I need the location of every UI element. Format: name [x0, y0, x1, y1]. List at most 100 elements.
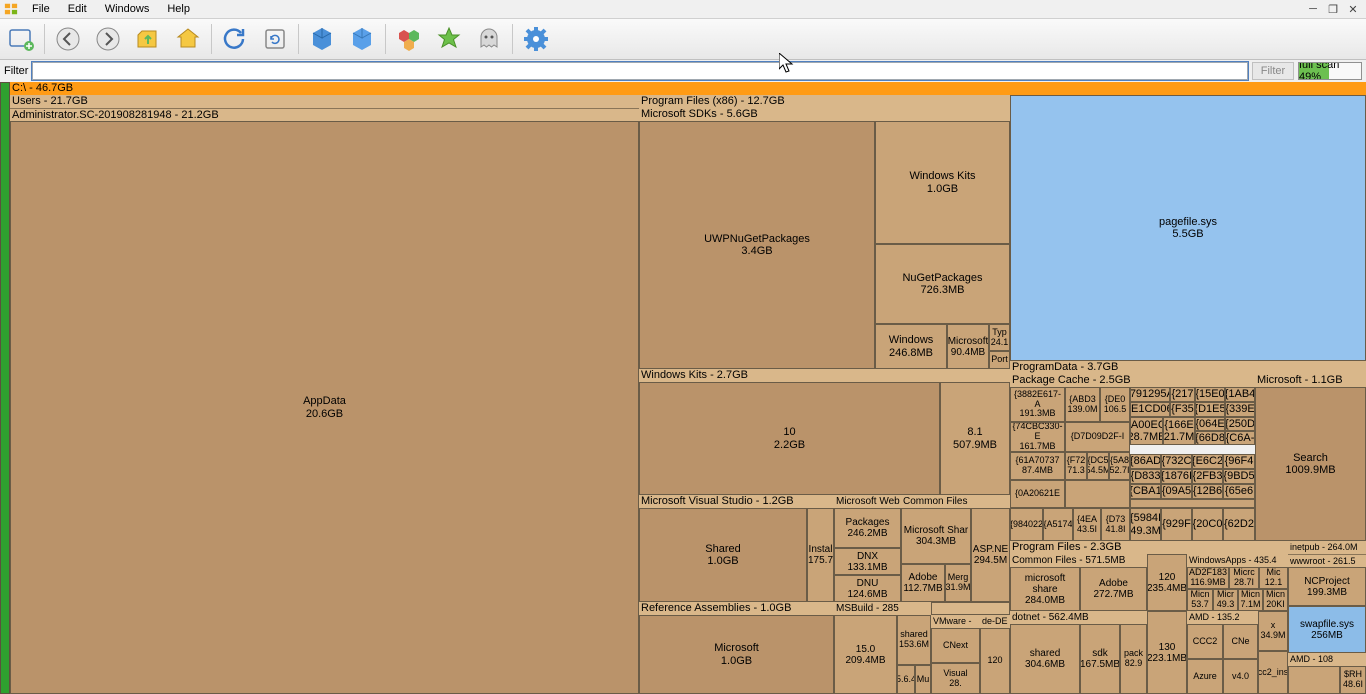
amd108-rh[interactable]: $RH48.6I — [1340, 666, 1366, 694]
star-button[interactable] — [432, 22, 466, 56]
winkits2-block[interactable]: Windows Kits - 2.7GB 102.2GB 8.1507.9MB — [639, 369, 1010, 495]
pf-common-block[interactable]: Common Files - 571.5MB microsoft share28… — [1010, 554, 1147, 611]
pf-130[interactable]: 130223.1MB — [1147, 611, 1187, 694]
amd-cne[interactable]: CNe — [1223, 624, 1258, 659]
ten-cell[interactable]: 102.2GB — [639, 382, 940, 495]
msweb-dnu[interactable]: DNU124.6MB — [834, 575, 901, 602]
home-button[interactable] — [171, 22, 205, 56]
pc-5a8[interactable]: {5A852.7I — [1109, 452, 1130, 480]
common-msshar[interactable]: Microsoft Shar304.3MB — [901, 508, 971, 564]
pc-g9[interactable]: {A00EC28.7MB — [1130, 417, 1163, 445]
typ-cell[interactable]: Typ24.1 — [989, 324, 1010, 351]
vmware-visual[interactable]: Visual28. — [931, 663, 980, 694]
maximize-button[interactable]: ❐ — [1324, 2, 1342, 16]
pc-d73[interactable]: {D7341.8I — [1101, 508, 1130, 541]
programdata-block[interactable]: ProgramData - 3.7GB Package Cache - 2.5G… — [1010, 361, 1366, 541]
pc-g26[interactable]: {65e6 — [1223, 484, 1255, 499]
pc-f72[interactable]: {F7271.3 — [1065, 452, 1087, 480]
menu-edit[interactable]: Edit — [60, 1, 95, 17]
msvs-shared-cell[interactable]: Shared1.0GB — [639, 508, 807, 602]
pc-5a[interactable]: {984022 — [1010, 508, 1043, 541]
pc-g19[interactable]: {D833 — [1130, 469, 1161, 484]
pagefile-cell[interactable]: pagefile.sys5.5GB — [1010, 95, 1366, 361]
pc-dc5[interactable]: {DC554.5M — [1087, 452, 1109, 480]
asp-cell[interactable]: ASP.NE294.5M — [971, 508, 1010, 602]
pc-g12[interactable]: {250D — [1225, 417, 1255, 431]
common-adobe[interactable]: Adobe112.7MB — [901, 564, 945, 602]
pc-g31[interactable] — [1130, 499, 1255, 508]
dn-shared[interactable]: shared304.6MB — [1010, 624, 1080, 694]
pd-search[interactable]: Search1009.9MB — [1255, 387, 1366, 541]
pc-g3[interactable]: {15E0 — [1195, 387, 1225, 402]
pc-3[interactable]: {61A7073787.4MB — [1010, 452, 1065, 480]
msbuild-15[interactable]: 15.0209.4MB — [834, 615, 897, 694]
dede-120[interactable]: 120 — [980, 628, 1010, 694]
wa-mic[interactable]: Mic12.1 — [1259, 567, 1288, 589]
swapfile-cell[interactable]: swapfile.sys256MB — [1288, 606, 1366, 653]
pc-g18[interactable]: {96F4 — [1223, 454, 1255, 469]
pc-g29[interactable]: {20C0 — [1192, 508, 1223, 541]
msbuild-shared[interactable]: shared153.6M — [897, 615, 931, 665]
amd-x[interactable]: x34.9M — [1258, 611, 1288, 651]
pf-block[interactable]: Program Files - 2.3GB Common Files - 571… — [1010, 541, 1288, 694]
msweb-packages[interactable]: Packages246.2MB — [834, 508, 901, 548]
cubes-multi-button[interactable] — [392, 22, 426, 56]
pc-g20[interactable]: {1876I — [1161, 469, 1192, 484]
msbuild-mu[interactable]: Mu — [915, 665, 931, 694]
refresh-button[interactable] — [218, 22, 252, 56]
msvs-block[interactable]: Microsoft Visual Studio - 1.2GB Shared1.… — [639, 495, 834, 602]
dn-pack[interactable]: pack82.9 — [1120, 624, 1147, 694]
amd-ccc2i[interactable]: ccc2_instl — [1258, 651, 1288, 694]
ms-cell[interactable]: Microsoft90.4MB — [947, 324, 989, 369]
close-button[interactable]: ✕ — [1344, 2, 1362, 16]
pd-ms-block[interactable]: Microsoft - 1.1GB Search1009.9MB — [1255, 374, 1366, 541]
pc-g30[interactable]: {62D2 — [1223, 508, 1255, 541]
pc-2[interactable]: {74CBC330-E161.7MB — [1010, 422, 1065, 452]
pc-g4[interactable]: {1AB4 — [1225, 387, 1255, 402]
pf-120[interactable]: 120235.4MB — [1147, 554, 1187, 611]
minimize-button[interactable]: ─ — [1304, 2, 1322, 16]
pc-g21[interactable]: {2FB3 — [1192, 469, 1223, 484]
pc-g24[interactable]: {09A5 — [1161, 484, 1192, 499]
pc-g16[interactable]: {732C — [1161, 454, 1192, 469]
amd-v4[interactable]: v4.0 — [1223, 659, 1258, 694]
pc-g8[interactable]: {339E — [1225, 402, 1255, 417]
gear-button[interactable] — [519, 22, 553, 56]
refasm-ms[interactable]: Microsoft1.0GB — [639, 615, 834, 694]
wa-micn3[interactable]: Micn7.1M — [1238, 589, 1263, 611]
free-space-bar[interactable] — [0, 82, 10, 694]
pc-g1[interactable]: {791295A — [1130, 387, 1170, 402]
filter-button[interactable]: Filter — [1252, 62, 1294, 80]
appdata-cell[interactable]: AppData20.6GB — [10, 121, 639, 694]
common-merg[interactable]: Merg31.9M — [945, 564, 971, 602]
wa-micr2[interactable]: Micr49.3 — [1213, 589, 1238, 611]
pc-g17[interactable]: {E6C2 — [1192, 454, 1223, 469]
pc-g2[interactable]: {217 — [1170, 387, 1195, 402]
uwp-cell[interactable]: UWPNuGetPackages3.4GB — [639, 121, 875, 369]
msweb-block[interactable]: Microsoft Web T Packages246.2MB DNX133.1… — [834, 495, 901, 602]
pf-common-ms[interactable]: microsoft share284.0MB — [1010, 567, 1080, 611]
pc-g14[interactable]: {C6A- — [1225, 431, 1255, 445]
vmware-block[interactable]: VMware - CNext Visual28. — [931, 615, 980, 694]
cube-blue2-button[interactable] — [345, 22, 379, 56]
pc-g22[interactable]: {9BD5 — [1223, 469, 1255, 484]
msbuild-56[interactable]: 5.6.4 — [897, 665, 915, 694]
back-button[interactable] — [51, 22, 85, 56]
wa-micn1[interactable]: Micn53.7 — [1187, 589, 1213, 611]
pc-g5[interactable]: {E1CD06 — [1130, 402, 1170, 417]
inetpub-block[interactable]: inetpub - 264.0M wwwroot - 261.5 NCProje… — [1288, 541, 1366, 606]
wa-micn4[interactable]: Micn20KI — [1263, 589, 1288, 611]
pc-g28[interactable]: {929F — [1161, 508, 1192, 541]
amd108-block[interactable]: AMD - 108 $RH48.6I — [1288, 653, 1366, 694]
amd-azure[interactable]: Azure — [1187, 659, 1223, 694]
pc-d7d[interactable]: {D7D09D2F-I — [1065, 422, 1130, 452]
cube-blue-button[interactable] — [305, 22, 339, 56]
users-block[interactable]: Users - 21.7GB Administrator.SC-20190828… — [10, 95, 639, 694]
menu-windows[interactable]: Windows — [97, 1, 158, 17]
reload-button[interactable] — [258, 22, 292, 56]
msvs-instal-cell[interactable]: Instal175.7 — [807, 508, 834, 602]
pkgcache-block[interactable]: Package Cache - 2.5GB {3882E617-A191.3MB… — [1010, 374, 1255, 541]
amd108-a[interactable] — [1288, 666, 1340, 694]
vmware-cnext[interactable]: CNext — [931, 628, 980, 663]
ghost-button[interactable] — [472, 22, 506, 56]
